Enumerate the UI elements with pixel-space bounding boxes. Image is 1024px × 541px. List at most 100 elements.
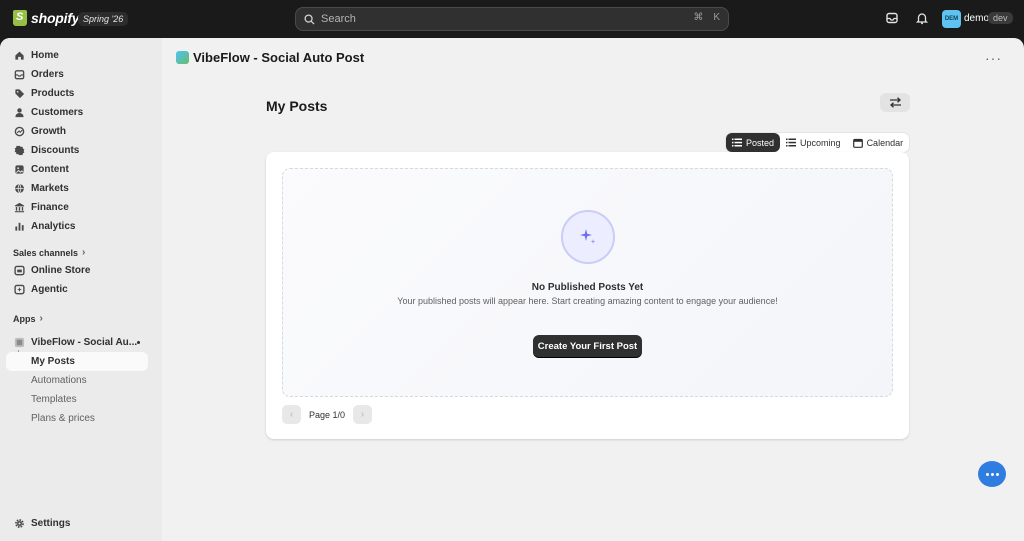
sidebar-item-label: Analytics — [31, 221, 76, 232]
chevron-right-icon: › — [39, 313, 43, 324]
sidebar-item-label: Content — [31, 164, 69, 175]
page-title: My Posts — [266, 98, 328, 114]
top-bar: shopify Spring '26 Search ⌘ K DEM demo d… — [0, 0, 1024, 38]
sidebar-item-vibeflow-app[interactable]: VibeFlow - Social Au... — [6, 333, 148, 352]
admin-frame: Home Orders Products Customers Growth Di… — [0, 38, 1024, 541]
sidebar-item-label: Home — [31, 50, 59, 61]
sidebar-item-customers[interactable]: Customers — [6, 103, 148, 122]
empty-state-title: No Published Posts Yet — [531, 282, 644, 293]
apps-header[interactable]: Apps › — [13, 313, 43, 324]
agent-icon — [14, 284, 25, 295]
chat-support-button[interactable] — [978, 461, 1006, 487]
sidebar-item-settings[interactable]: Settings — [6, 514, 148, 533]
search-placeholder: Search — [321, 13, 356, 25]
sidebar-item-online-store[interactable]: Online Store — [6, 261, 148, 280]
chat-dot-icon — [985, 472, 989, 476]
sidebar-item-orders[interactable]: Orders — [6, 65, 148, 84]
home-icon — [15, 51, 24, 60]
sidebar-item-label: Discounts — [31, 145, 80, 156]
sidebar-item-home[interactable]: Home — [6, 46, 148, 65]
sidebar-item-label: Markets — [31, 183, 69, 194]
chat-dot-icon — [990, 472, 994, 476]
pagination: ‹ Page 1/0 › — [282, 405, 373, 424]
user-name[interactable]: demo — [964, 13, 989, 24]
sidebar-item-markets[interactable]: Markets — [6, 179, 148, 198]
tab-label: Calendar — [866, 137, 904, 148]
gear-icon — [15, 519, 24, 528]
chart-bar-icon — [15, 222, 24, 231]
inbox-icon[interactable] — [885, 11, 899, 25]
app-title: VibeFlow - Social Auto Post — [193, 50, 365, 65]
chevron-right-icon: › — [82, 247, 86, 258]
tag-icon — [15, 89, 25, 99]
sparkle-icon — [561, 210, 615, 264]
sidebar: Home Orders Products Customers Growth Di… — [0, 38, 162, 541]
sidebar-item-analytics[interactable]: Analytics — [6, 217, 148, 236]
sidebar-subitem-plans-prices[interactable]: Plans & prices — [6, 409, 148, 428]
chevron-left-icon: ‹ — [289, 409, 294, 420]
sidebar-item-products[interactable]: Products — [6, 84, 148, 103]
store-badge: dev — [988, 12, 1013, 24]
tab-calendar[interactable]: Calendar — [847, 133, 910, 152]
sidebar-item-label: VibeFlow - Social Au... — [31, 337, 138, 348]
sidebar-subitem-my-posts[interactable]: My Posts — [6, 352, 148, 371]
posts-card: No Published Posts Yet Your published po… — [266, 152, 909, 439]
empty-state: No Published Posts Yet Your published po… — [282, 168, 893, 397]
sidebar-item-agentic[interactable]: Agentic — [6, 280, 148, 299]
prev-page-button[interactable]: ‹ — [282, 405, 301, 424]
vibeflow-app-icon — [14, 337, 25, 348]
pin-dot-icon — [137, 341, 140, 344]
season-badge: Spring '26 — [78, 12, 129, 26]
post-view-tabs: Posted Upcoming Calendar — [726, 133, 910, 152]
sidebar-item-content[interactable]: Content — [6, 160, 148, 179]
sidebar-item-label: Customers — [31, 107, 84, 118]
search-icon — [304, 13, 315, 25]
vibeflow-logo-icon — [176, 51, 189, 64]
shopify-bag-icon — [13, 10, 27, 26]
tab-upcoming[interactable]: Upcoming — [780, 133, 847, 152]
shopify-logo[interactable]: shopify — [13, 10, 80, 26]
discount-icon — [14, 145, 25, 156]
shortcut-key: K — [713, 12, 720, 23]
sales-channels-label: Sales channels — [13, 247, 79, 258]
sidebar-item-discounts[interactable]: Discounts — [6, 141, 148, 160]
tab-label: Upcoming — [800, 137, 841, 148]
page-indicator: Page 1/0 — [309, 409, 346, 420]
search-bar[interactable]: Search ⌘ K — [295, 7, 729, 31]
sidebar-item-growth[interactable]: Growth — [6, 122, 148, 141]
sidebar-subitem-automations[interactable]: Automations — [6, 371, 148, 390]
avatar[interactable]: DEM — [942, 10, 961, 28]
create-first-post-button[interactable]: Create Your First Post — [533, 335, 642, 357]
tab-label: Posted — [746, 137, 775, 148]
arrows-swap-icon — [889, 97, 901, 108]
search-shortcut: ⌘ K — [693, 12, 720, 23]
sidebar-item-label: Growth — [31, 126, 66, 137]
sidebar-item-label: Agentic — [31, 284, 68, 295]
person-icon — [15, 108, 24, 118]
sidebar-item-label: Online Store — [31, 265, 91, 276]
list-icon — [732, 138, 742, 147]
more-actions-icon[interactable]: ··· — [985, 50, 1002, 66]
app-header: VibeFlow - Social Auto Post — [176, 50, 364, 65]
store-icon — [14, 265, 25, 276]
sidebar-item-label: Finance — [31, 202, 69, 213]
sidebar-item-label: Orders — [31, 69, 64, 80]
list-icon — [786, 138, 797, 147]
globe-icon — [15, 183, 24, 194]
bank-icon — [14, 202, 25, 213]
content-icon — [15, 165, 24, 174]
sidebar-item-label: Settings — [31, 518, 71, 529]
sales-channels-header[interactable]: Sales channels › — [13, 247, 85, 258]
orders-icon — [14, 70, 25, 80]
calendar-icon — [852, 138, 863, 148]
apps-label: Apps — [13, 313, 36, 324]
switch-view-button[interactable] — [880, 93, 910, 112]
next-page-button[interactable]: › — [353, 405, 373, 424]
bell-icon[interactable] — [915, 11, 929, 25]
tab-posted[interactable]: Posted — [726, 133, 781, 152]
sidebar-item-finance[interactable]: Finance — [6, 198, 148, 217]
sidebar-subitem-templates[interactable]: Templates — [6, 390, 148, 409]
empty-state-description: Your published posts will appear here. S… — [397, 296, 778, 306]
shortcut-cmd: ⌘ — [693, 12, 704, 23]
chevron-right-icon: › — [360, 409, 365, 420]
